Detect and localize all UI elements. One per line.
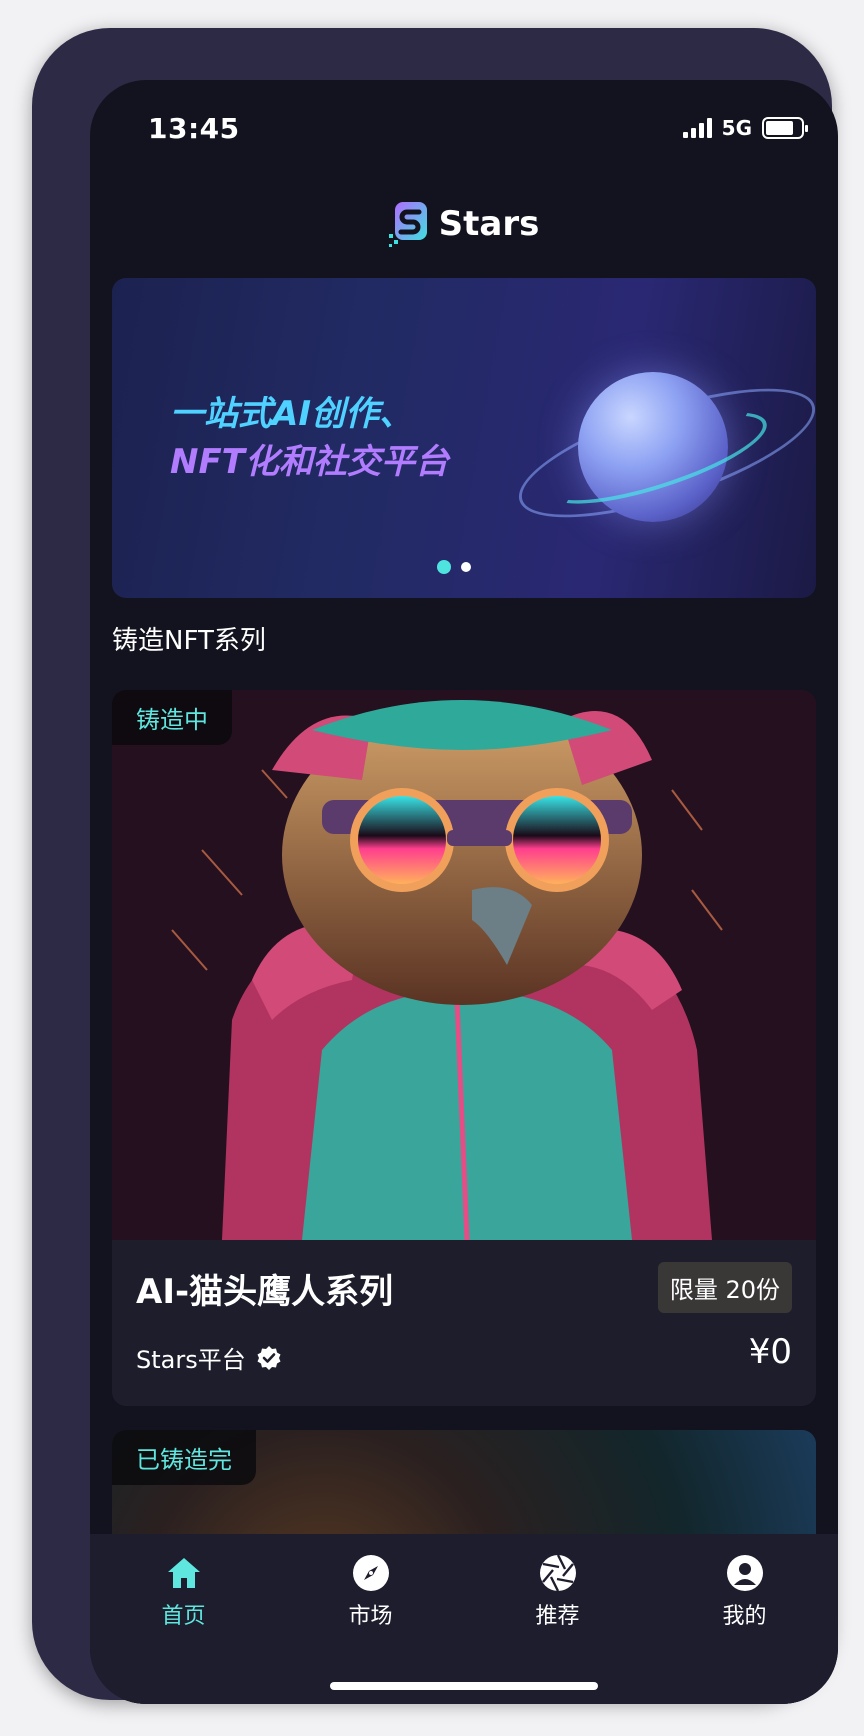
home-indicator[interactable] xyxy=(330,1682,598,1690)
status-badge: 铸造中 xyxy=(112,690,232,745)
tab-label: 我的 xyxy=(722,1604,767,1629)
tab-profile[interactable]: 我的 xyxy=(685,1554,805,1630)
price: ¥0 xyxy=(748,1332,792,1372)
carousel-dots xyxy=(112,560,816,574)
tab-label: 市场 xyxy=(348,1604,393,1629)
stars-logo-icon xyxy=(388,202,427,247)
battery-icon xyxy=(762,117,808,139)
creator-row: Stars平台 xyxy=(136,1340,282,1375)
signal-icon xyxy=(682,118,712,138)
nft-cover-image: 铸造中 xyxy=(112,690,816,1240)
status-indicators: 5G xyxy=(682,116,808,140)
app-screen: 13:45 5G Stars 一站式AI创作、 NFT化和社交平台 铸造NFT系… xyxy=(90,80,838,1704)
network-type: 5G xyxy=(721,116,752,140)
tab-recommend[interactable]: 推荐 xyxy=(498,1554,618,1630)
app-logo: Stars xyxy=(90,200,838,248)
creator-name: Stars平台 xyxy=(136,1346,246,1374)
verified-icon xyxy=(257,1345,281,1370)
compass-icon xyxy=(352,1555,389,1591)
banner-line-2: NFT化和社交平台 xyxy=(170,442,449,482)
tab-label: 推荐 xyxy=(535,1604,580,1629)
card-info: AI-猫头鹰人系列 限量 20份 Stars平台 ¥0 xyxy=(112,1240,816,1406)
status-time: 13:45 xyxy=(148,112,240,145)
status-badge: 已铸造完 xyxy=(112,1430,256,1485)
user-circle-icon xyxy=(726,1555,763,1591)
tab-label: 首页 xyxy=(161,1604,206,1629)
nft-series-card[interactable]: 铸造中 AI-猫头鹰人系列 限量 20份 Stars平台 ¥0 xyxy=(112,690,816,1406)
bottom-tab-bar: 首页 市场 推荐 我的 xyxy=(90,1534,838,1704)
limit-badge: 限量 20份 xyxy=(657,1262,792,1313)
section-title: 铸造NFT系列 xyxy=(112,626,266,656)
owl-artwork xyxy=(112,690,816,1240)
tab-market[interactable]: 市场 xyxy=(311,1554,431,1630)
promo-banner[interactable]: 一站式AI创作、 NFT化和社交平台 xyxy=(112,278,816,598)
banner-headline: 一站式AI创作、 NFT化和社交平台 xyxy=(170,390,449,486)
aperture-icon xyxy=(539,1554,576,1592)
phone-frame: 13:45 5G Stars 一站式AI创作、 NFT化和社交平台 铸造NFT系… xyxy=(32,28,838,1704)
carousel-dot[interactable] xyxy=(461,562,471,572)
home-icon xyxy=(167,1558,200,1588)
carousel-dot[interactable] xyxy=(437,560,451,574)
tab-home[interactable]: 首页 xyxy=(124,1554,244,1630)
app-name: Stars xyxy=(438,204,540,244)
banner-line-1: 一站式AI创作、 xyxy=(170,394,413,434)
